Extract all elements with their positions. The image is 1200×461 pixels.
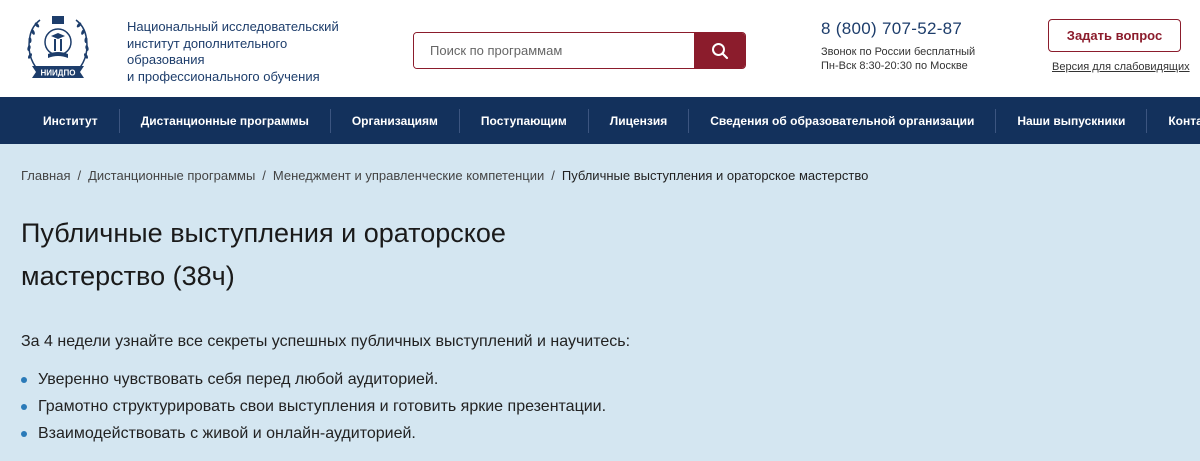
benefit-text: Уверенно чувствовать себя перед любой ау… bbox=[38, 371, 439, 388]
bullet-icon bbox=[21, 430, 27, 437]
nav-item-graduates[interactable]: Наши выпускники bbox=[996, 108, 1148, 133]
institute-logo[interactable]: НИИДПО bbox=[18, 12, 98, 82]
breadcrumb-management[interactable]: Менеджмент и управленческие компетенции bbox=[273, 168, 544, 183]
accessible-version-link[interactable]: Версия для слабовидящих bbox=[1052, 61, 1190, 73]
bullet-icon bbox=[21, 376, 27, 383]
program-search bbox=[413, 32, 746, 69]
nav-item-applicants[interactable]: Поступающим bbox=[460, 108, 589, 133]
breadcrumb-current: Публичные выступления и ораторское масте… bbox=[561, 168, 869, 183]
page-title-line-2: мастерство (38ч) bbox=[21, 261, 235, 291]
site-header: НИИДПО Национальный исследовательский ин… bbox=[0, 0, 1200, 97]
breadcrumb-separator: / bbox=[77, 168, 82, 183]
program-benefits-list: Уверенно чувствовать себя перед любой ау… bbox=[21, 366, 606, 447]
phone-number[interactable]: 8 (800) 707-52-87 bbox=[821, 19, 975, 39]
institute-name-line-3: и профессионального обучения bbox=[127, 68, 320, 84]
nav-item-distance-programs[interactable]: Дистанционные программы bbox=[120, 108, 331, 133]
nav-item-institute[interactable]: Институт bbox=[22, 108, 120, 133]
page-title: Публичные выступления и ораторское масте… bbox=[21, 212, 641, 298]
call-note: Звонок по России бесплатный Пн-Вск 8:30-… bbox=[821, 45, 975, 73]
search-input[interactable] bbox=[414, 33, 694, 68]
list-item: Взаимодействовать с живой и онлайн-аудит… bbox=[21, 420, 606, 447]
breadcrumb-distance-programs[interactable]: Дистанционные программы bbox=[88, 168, 255, 183]
call-note-line-1: Звонок по России бесплатный bbox=[821, 46, 976, 58]
page-title-line-1: Публичные выступления и ораторское bbox=[21, 218, 506, 248]
search-button[interactable] bbox=[694, 33, 745, 68]
breadcrumb-home[interactable]: Главная bbox=[21, 168, 70, 183]
nav-item-organizations[interactable]: Организациям bbox=[331, 108, 460, 133]
search-icon bbox=[711, 42, 728, 59]
nav-item-contacts[interactable]: Контакты bbox=[1147, 109, 1200, 133]
breadcrumb: Главная / Дистанционные программы / Менеджме… bbox=[21, 168, 868, 183]
institute-name-line-2: институт дополнительного образования bbox=[127, 35, 288, 68]
main-nav: Институт Дистанционные программы Организ… bbox=[0, 97, 1200, 144]
institute-name-line-1: Национальный исследовательский bbox=[127, 19, 339, 34]
bullet-icon bbox=[21, 403, 27, 410]
main-content: Главная / Дистанционные программы / Менеджме… bbox=[0, 144, 1200, 461]
institute-name: Национальный исследовательский институт … bbox=[127, 19, 367, 85]
breadcrumb-separator: / bbox=[262, 168, 266, 183]
benefit-text: Взаимодействовать с живой и онлайн-аудит… bbox=[38, 425, 416, 442]
call-note-line-2: Пн-Вск 8:30-20:30 по Москве bbox=[821, 60, 968, 72]
benefit-text: Грамотно структурировать свои выступлени… bbox=[38, 398, 607, 415]
institute-emblem-icon: НИИДПО bbox=[27, 16, 89, 78]
logo-text: НИИДПО bbox=[41, 69, 76, 78]
nav-item-license[interactable]: Лицензия bbox=[589, 108, 690, 133]
contact-block: 8 (800) 707-52-87 Звонок по России беспл… bbox=[821, 19, 975, 73]
program-intro: За 4 недели узнайте все секреты успешных… bbox=[21, 333, 631, 350]
list-item: Уверенно чувствовать себя перед любой ау… bbox=[21, 366, 606, 393]
nav-item-org-info[interactable]: Сведения об образовательной организации bbox=[689, 108, 997, 133]
list-item: Грамотно структурировать свои выступлени… bbox=[21, 393, 606, 420]
breadcrumb-separator: / bbox=[551, 168, 555, 183]
ask-question-button[interactable]: Задать вопрос bbox=[1048, 19, 1181, 52]
